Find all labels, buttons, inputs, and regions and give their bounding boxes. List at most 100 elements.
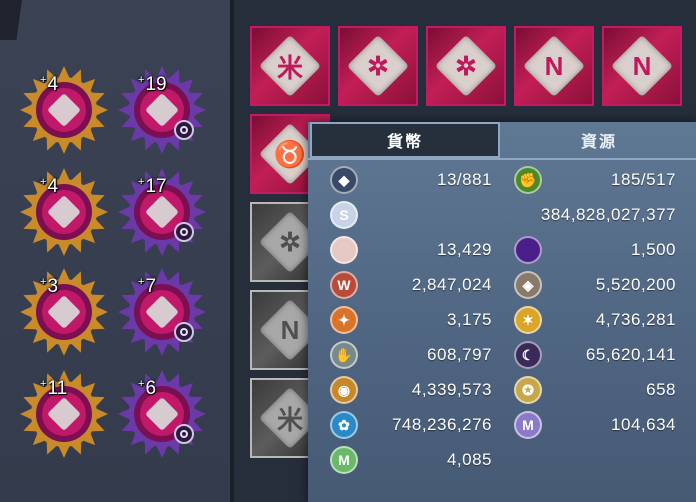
resource-amount: 3,175 — [446, 310, 492, 329]
green-fist-icon: ✊ — [514, 166, 542, 194]
badge-plus: + — [138, 74, 145, 86]
resource-entry[interactable]: ✪ 658 — [514, 373, 676, 407]
tab-resources[interactable]: 資源 — [504, 122, 694, 158]
badge-frame-icon — [118, 268, 206, 356]
reward-badge[interactable]: +4 — [18, 166, 110, 258]
reward-badge-panel: +4 +19 +4 +17 +3 +7 +11 +6 — [0, 0, 232, 502]
resource-entry[interactable]: M 4,085 — [330, 443, 492, 477]
red-crown-card-icon: W — [330, 271, 358, 299]
rune-tile[interactable]: ✲ — [426, 26, 506, 106]
resource-row: ◆ 13/881 ✊ 185/517 — [308, 163, 696, 197]
resource-entry[interactable]: ☾ 65,620,141 — [514, 338, 676, 372]
resource-entry[interactable]: 13,429 — [330, 233, 492, 267]
rune-tile[interactable]: N — [514, 26, 594, 106]
resource-amount: 658 — [646, 380, 676, 399]
bronze-rune-icon: ◈ — [514, 271, 542, 299]
panel-shadow — [0, 0, 22, 40]
tab-currency[interactable]: 貨幣 — [310, 122, 500, 158]
badge-frame-icon — [20, 66, 108, 154]
badge-count-value: 17 — [145, 176, 167, 197]
orange-coin-icon: ✦ — [330, 306, 358, 334]
resource-amount: 13,429 — [437, 240, 492, 259]
resource-entry[interactable]: W 2,847,024 — [330, 268, 492, 302]
popup-tabs: 貨幣 資源 — [308, 122, 696, 158]
resource-amount: 185/517 — [611, 170, 676, 189]
rune-tile[interactable]: N — [602, 26, 682, 106]
resource-amount: 2,847,024 — [411, 275, 492, 294]
gold-pile-icon: ✶ — [514, 306, 542, 334]
resource-amount: 4,085 — [446, 450, 492, 469]
reward-badge[interactable]: +19 — [116, 64, 208, 156]
resource-amount: 104,634 — [611, 415, 676, 434]
moon-icon — [174, 222, 194, 242]
resource-amount: 4,339,573 — [411, 380, 492, 399]
rune-glyph: ✲ — [455, 50, 477, 81]
resource-entry[interactable]: ✦ 3,175 — [330, 303, 492, 337]
resource-row: W 2,847,024 ◈ 5,520,200 — [308, 268, 696, 302]
reward-badge[interactable]: +11 — [18, 368, 110, 460]
resource-amount: 748,236,276 — [391, 415, 492, 434]
resource-row: ✋ 608,797 ☾ 65,620,141 — [308, 338, 696, 372]
badge-count-value: 4 — [47, 74, 59, 95]
purple-orb-icon — [514, 236, 542, 264]
moon-icon — [174, 120, 194, 140]
resource-amount: 13/881 — [437, 170, 492, 189]
rune-tile[interactable]: ✲ — [338, 26, 418, 106]
blue-gem-coin-icon: ✿ — [330, 411, 358, 439]
resource-entry[interactable]: ✿ 748,236,276 — [330, 408, 492, 442]
medal-icon: ✪ — [514, 376, 542, 404]
tab-underline — [308, 158, 696, 160]
reward-badge[interactable]: +3 — [18, 266, 110, 358]
badge-plus: + — [138, 176, 145, 188]
badge-frame-icon — [20, 268, 108, 356]
badge-count-value: 7 — [145, 276, 157, 297]
resource-row: ✿ 748,236,276 M 104,634 — [308, 408, 696, 442]
resource-entry[interactable]: S 384,828,027,377 — [330, 198, 676, 232]
dark-swirl-icon: ☾ — [514, 341, 542, 369]
resource-amount: 5,520,200 — [595, 275, 676, 294]
rune-tile[interactable]: 米 — [250, 26, 330, 106]
rune-glyph: N — [632, 50, 652, 81]
badge-count: +7 — [138, 276, 156, 298]
silver-s-coin-icon: S — [330, 201, 358, 229]
resource-amount: 384,828,027,377 — [540, 205, 676, 224]
badge-count: +6 — [138, 378, 156, 400]
rune-glyph: ✲ — [367, 50, 389, 81]
resource-row: 13,429 1,500 — [308, 233, 696, 267]
resource-entry[interactable]: M 104,634 — [514, 408, 676, 442]
moon-icon — [174, 424, 194, 444]
resource-row: M 4,085 — [308, 443, 696, 477]
resource-entry[interactable]: ◉ 4,339,573 — [330, 373, 492, 407]
resource-entry[interactable]: 1,500 — [514, 233, 676, 267]
reward-badge[interactable]: +17 — [116, 166, 208, 258]
badge-plus: + — [40, 176, 47, 188]
rune-glyph: 米 — [276, 52, 303, 83]
badge-frame-icon — [118, 370, 206, 458]
pearl-icon — [330, 236, 358, 264]
reward-badge[interactable]: +6 — [116, 368, 208, 460]
resource-row: S 384,828,027,377 — [308, 198, 696, 232]
rune-glyph: N — [544, 50, 564, 81]
badge-count-value: 19 — [145, 74, 167, 95]
resource-entry[interactable]: ✊ 185/517 — [514, 163, 676, 197]
resource-entry[interactable]: ✋ 608,797 — [330, 338, 492, 372]
reward-badge[interactable]: +7 — [116, 266, 208, 358]
reward-badge[interactable]: +4 — [18, 64, 110, 156]
badge-count-value: 6 — [145, 378, 157, 399]
resource-amount: 608,797 — [427, 345, 492, 364]
laurel-rank-icon: ◆ — [330, 166, 358, 194]
moon-icon — [174, 322, 194, 342]
resource-row: ✦ 3,175 ✶ 4,736,281 — [308, 303, 696, 337]
resource-entry[interactable]: ◆ 13/881 — [330, 163, 492, 197]
resource-amount: 4,736,281 — [595, 310, 676, 329]
resource-amount: 1,500 — [630, 240, 676, 259]
resource-entry[interactable]: ✶ 4,736,281 — [514, 303, 676, 337]
badge-plus: + — [40, 378, 47, 390]
badge-count-value: 3 — [47, 276, 59, 297]
handshake-coin-icon: ✋ — [330, 341, 358, 369]
currency-resource-popup: 貨幣 資源 ◆ 13/881 ✊ 185/517 S 384,828,027,377 13,… — [308, 122, 696, 502]
badge-plus: + — [138, 276, 145, 288]
purple-m-coin-icon: M — [514, 411, 542, 439]
resource-entry[interactable]: ◈ 5,520,200 — [514, 268, 676, 302]
badge-count: +19 — [138, 74, 167, 96]
